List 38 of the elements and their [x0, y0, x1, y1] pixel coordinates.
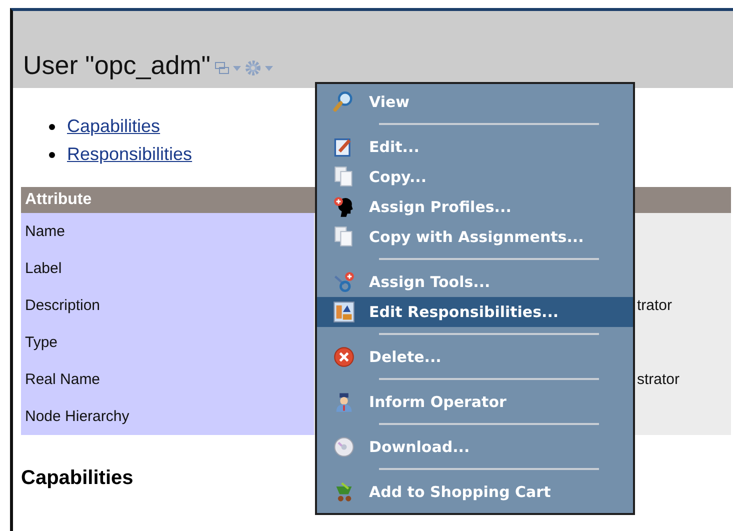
gear-icon[interactable]: [244, 60, 261, 76]
menu-item[interactable]: Edit Responsibilities...: [317, 297, 633, 327]
menu-item-icon: [333, 166, 355, 188]
menu-item[interactable]: Download...: [317, 432, 633, 462]
section-link[interactable]: Responsibilities: [67, 144, 192, 165]
window-icon[interactable]: [214, 62, 229, 74]
menu-item[interactable]: Assign Tools...: [317, 267, 633, 297]
menu-item-icon: [333, 196, 355, 218]
menu-item[interactable]: Inform Operator: [317, 387, 633, 417]
page-title: User "opc_adm": [23, 52, 211, 78]
attribute-cell: Node Hierarchy: [21, 398, 314, 435]
attribute-cell: Description: [21, 287, 314, 324]
attribute-cell: Type: [21, 324, 314, 361]
bullet-icon: [49, 152, 55, 158]
menu-item[interactable]: Edit...: [317, 132, 633, 162]
value-text: strator: [637, 371, 680, 388]
menu-item-icon: [333, 271, 355, 293]
caret-icon[interactable]: [232, 66, 241, 70]
menu-item-icon: [333, 436, 355, 458]
attribute-cell: Name: [21, 213, 314, 250]
attribute-cell: Label: [21, 250, 314, 287]
caret-icon[interactable]: [264, 66, 273, 70]
menu-item[interactable]: Add to Shopping Cart: [317, 477, 633, 507]
menu-item-icon: [333, 226, 355, 248]
section-heading: Capabilities: [21, 467, 134, 490]
section-link[interactable]: Capabilities: [67, 116, 160, 137]
column-header: Attribute: [21, 187, 314, 213]
menu-item-icon: [333, 91, 355, 113]
menu-item[interactable]: Assign Profiles...: [317, 192, 633, 222]
menu-item[interactable]: Delete...: [317, 342, 633, 372]
menu-item-icon: [333, 301, 355, 323]
menu-item-icon: [333, 346, 355, 368]
menu-item[interactable]: Copy with Assignments...: [317, 222, 633, 252]
menu-item[interactable]: View: [317, 87, 633, 117]
menu-item[interactable]: Copy...: [317, 162, 633, 192]
value-text: trator: [637, 297, 672, 314]
bullet-icon: [49, 124, 55, 130]
attribute-cell: Real Name: [21, 361, 314, 398]
